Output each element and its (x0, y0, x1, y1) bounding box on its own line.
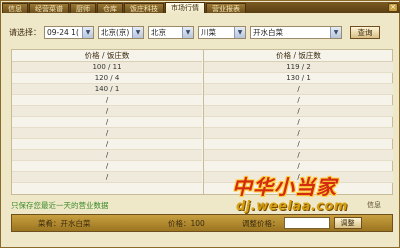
table-row: / (12, 95, 202, 106)
table-row: / (12, 128, 202, 139)
filter-bar: 请选择： 09-24 1( ▼ 北京(京) ▼ 北京 ▼ 川菜 ▼ 开水白菜 ▼… (9, 25, 393, 39)
column-header: 价格 / 饭庄数 (12, 50, 202, 62)
site-watermark: 中华小当家 dj.weelaa.com (224, 171, 384, 219)
dish-name-label: 菜肴：开水白菜 (38, 218, 91, 228)
chevron-down-icon: ▼ (330, 26, 341, 38)
table-row: / (204, 128, 393, 139)
current-price-label: 价格：100 (168, 218, 205, 228)
city-select[interactable]: 北京 ▼ (148, 25, 194, 39)
city-select-value: 北京 (151, 27, 166, 37)
table-row: / (12, 150, 202, 161)
watermark-url: dj.weelaa.com (236, 199, 348, 214)
tab-chefs[interactable]: 厨师 (70, 3, 96, 13)
data-retention-note: 只保存您最近一天的营业数据 (11, 201, 109, 210)
date-select-value: 09-24 1( (47, 27, 79, 37)
table-row: 140 / 1 (12, 84, 202, 95)
table-row: / (204, 139, 393, 150)
table-row: / (12, 106, 202, 117)
table-row: 120 / 4 (12, 73, 202, 84)
table-row: 100 / 11 (12, 62, 202, 73)
chevron-down-icon: ▼ (234, 26, 245, 38)
chevron-down-icon: ▼ (182, 26, 193, 38)
chevron-down-icon: ▼ (132, 26, 143, 38)
query-button[interactable]: 查询 (350, 25, 380, 39)
chevron-down-icon: ▼ (82, 26, 93, 38)
table-row: 130 / 1 (204, 73, 393, 84)
table-row: / (204, 106, 393, 117)
filter-label: 请选择： (9, 27, 41, 37)
dish-select-value: 开水白菜 (253, 27, 283, 37)
table-row: / (204, 117, 393, 128)
province-select[interactable]: 北京(京) ▼ (98, 25, 144, 39)
market-window: 信息 经营菜谱 厨师 仓库 饭庄科技 市场行情 营业报表 × 请选择： 09-2… (0, 0, 400, 248)
tab-tech[interactable]: 饭庄科技 (124, 3, 164, 13)
date-select[interactable]: 09-24 1( ▼ (44, 25, 94, 39)
table-row: / (204, 150, 393, 161)
close-button[interactable]: × (388, 3, 398, 12)
adjust-price-label: 调整价格： (242, 218, 280, 228)
dish-select[interactable]: 开水白菜 ▼ (250, 25, 342, 39)
tab-market[interactable]: 市场行情 (165, 2, 205, 13)
cuisine-select-value: 川菜 (201, 27, 216, 37)
tab-report[interactable]: 营业报表 (206, 3, 246, 13)
cuisine-select[interactable]: 川菜 ▼ (198, 25, 246, 39)
table-row: / (12, 139, 202, 150)
close-icon: × (390, 3, 396, 11)
table-row: / (204, 84, 393, 95)
table-row: / (12, 161, 202, 172)
tab-info[interactable]: 信息 (2, 3, 28, 13)
table-row: 119 / 2 (204, 62, 393, 73)
table-row: / (12, 117, 202, 128)
tab-bar: 信息 经营菜谱 厨师 仓库 饭庄科技 市场行情 营业报表 × (2, 2, 400, 13)
province-select-value: 北京(京) (101, 27, 130, 37)
watermark-logo: 中华小当家 (232, 175, 337, 199)
table-row: / (204, 95, 393, 106)
tab-warehouse[interactable]: 仓库 (97, 3, 123, 13)
tab-menu[interactable]: 经营菜谱 (29, 3, 69, 13)
column-header: 价格 / 饭庄数 (204, 50, 393, 62)
price-column-left: 价格 / 饭庄数 100 / 11 120 / 4 140 / 1// / / / / / / (12, 50, 202, 194)
table-row: / (12, 172, 202, 183)
